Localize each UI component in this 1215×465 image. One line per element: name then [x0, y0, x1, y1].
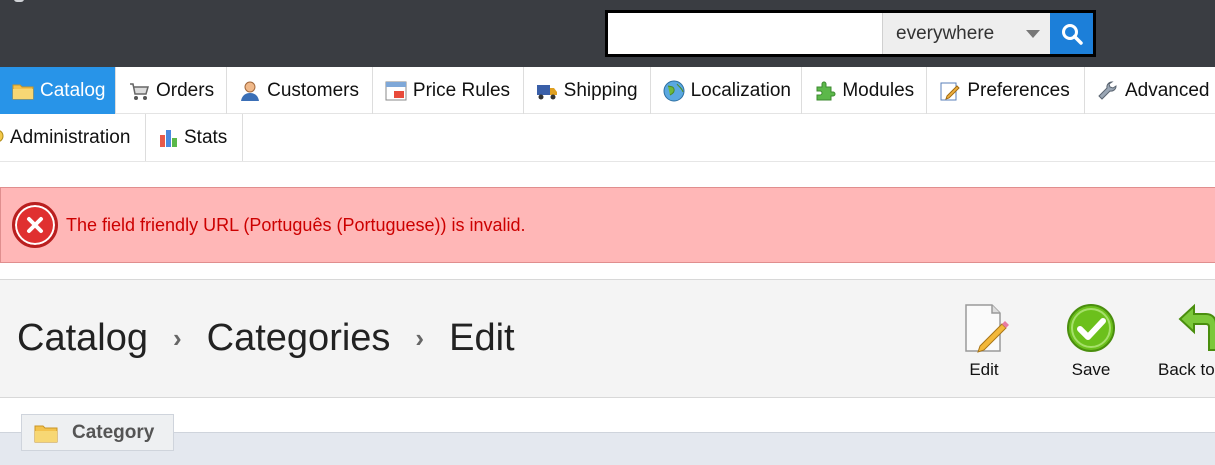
error-alert: The field friendly URL (Português (Portu… [0, 187, 1215, 263]
puzzle-icon [814, 80, 836, 102]
main-menu-row-1: Catalog Orders Customers Price Rules Shi… [0, 67, 1215, 114]
search-button[interactable] [1050, 13, 1093, 54]
menu-label: Catalog [40, 79, 106, 101]
error-icon [12, 202, 58, 248]
category-tab-label: Category [72, 421, 155, 443]
menu-label: Modules [842, 79, 915, 101]
search-bar: everywhere [605, 10, 1096, 57]
menu-item-stats[interactable]: Stats [146, 114, 243, 161]
menu-item-modules[interactable]: Modules [802, 67, 928, 114]
category-tab[interactable]: Category [21, 414, 174, 451]
header-logo-fragment [14, 0, 24, 2]
menu-label: Localization [690, 79, 791, 101]
breadcrumb-item-catalog[interactable]: Catalog [17, 317, 148, 360]
form-panel [0, 432, 1215, 465]
bar-chart-icon [158, 127, 180, 149]
page-toolbar: Catalog › Categories › Edit Edit Save Ba… [0, 279, 1215, 398]
breadcrumb-separator: › [172, 323, 182, 353]
menu-item-advanced[interactable]: Advanced [1085, 67, 1215, 114]
globe-icon [663, 80, 685, 102]
edit-button[interactable]: Edit [958, 302, 1010, 380]
search-icon [1061, 23, 1083, 45]
chevron-down-icon [1026, 30, 1040, 38]
menu-item-price-rules[interactable]: Price Rules [373, 67, 524, 114]
back-button[interactable]: Back to [1158, 302, 1215, 380]
folder-icon [34, 423, 58, 443]
price-tag-icon [385, 80, 407, 102]
wrench-icon [1097, 80, 1119, 102]
back-button-label: Back to [1158, 360, 1215, 379]
menu-item-preferences[interactable]: Preferences [927, 67, 1085, 114]
page-title: Edit [449, 317, 515, 359]
menu-label: Price Rules [412, 79, 511, 101]
menu-item-catalog[interactable]: Catalog [0, 67, 116, 114]
breadcrumb-item-categories[interactable]: Categories [207, 317, 391, 360]
menu-item-administration[interactable]: Administration [0, 114, 146, 161]
menu-item-shipping[interactable]: Shipping [524, 67, 651, 114]
checkmark-icon [1065, 302, 1117, 354]
truck-icon [536, 80, 558, 102]
search-input[interactable] [608, 13, 882, 54]
error-message: The field friendly URL (Português (Portu… [66, 214, 526, 235]
menu-item-orders[interactable]: Orders [116, 67, 228, 114]
menu-item-customers[interactable]: Customers [227, 67, 373, 114]
menu-label: Shipping [563, 79, 638, 101]
menu-item-localization[interactable]: Localization [651, 67, 803, 114]
search-scope-label: everywhere [896, 22, 995, 44]
breadcrumb: Catalog › Categories › Edit [17, 317, 515, 360]
key-icon [0, 127, 4, 149]
menu-label: Preferences [967, 79, 1070, 101]
main-menu-row-2: Administration Stats [0, 114, 243, 161]
menu-label: Customers [267, 79, 359, 101]
back-arrow-icon [1176, 302, 1215, 354]
cart-icon [128, 80, 150, 102]
menu-label: Advanced [1124, 79, 1210, 101]
save-button[interactable]: Save [1065, 302, 1117, 380]
search-scope-select[interactable]: everywhere [882, 13, 1050, 54]
menu-label: Orders [156, 79, 215, 101]
menu-divider [0, 161, 1215, 162]
edit-document-icon [958, 302, 1010, 354]
menu-label: Administration [10, 126, 131, 148]
edit-button-label: Edit [969, 360, 999, 379]
folder-icon [12, 80, 34, 102]
save-button-label: Save [1071, 360, 1111, 379]
breadcrumb-separator: › [415, 323, 425, 353]
edit-pen-icon [939, 80, 961, 102]
top-header: everywhere [0, 0, 1215, 67]
menu-label: Stats [184, 126, 228, 148]
user-icon [239, 80, 261, 102]
